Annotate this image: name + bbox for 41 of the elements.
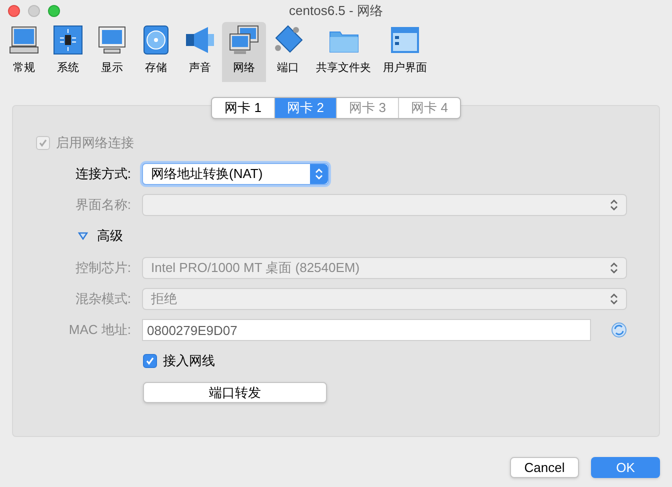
checkbox-label: 接入网线 [163,352,215,370]
mac-address-field[interactable]: 0800279E9D07 [142,319,591,341]
checkmark-icon [145,356,155,366]
toolbar-item[interactable]: 常规 [2,22,46,82]
toolbar-item[interactable]: 共享文件夹 [310,22,377,82]
checkmark-icon [38,138,48,148]
port-forwarding-button[interactable]: 端口转发 [143,382,327,403]
disclosure-triangle-icon[interactable] [78,232,88,240]
tab[interactable]: 网卡 1 [212,98,274,118]
field-label: MAC 地址: [68,322,131,338]
close-button[interactable] [8,5,20,17]
zoom-button[interactable] [48,5,60,17]
toolbar-item[interactable]: 网络 [222,22,266,82]
toolbar-item[interactable]: 显示 [90,22,134,82]
field-label: 连接方式: [75,166,131,182]
toolbar-item[interactable]: 声音 [178,22,222,82]
updown-icon [610,199,618,211]
window-icon [389,24,421,56]
toolbar-item[interactable]: 系统 [46,22,90,82]
chip-icon [52,24,84,56]
field-label: 控制芯片: [75,260,131,276]
network-icon [228,24,260,56]
window-title: centos6.5 - 网络 [289,2,383,20]
cancel-button[interactable]: Cancel [510,457,579,478]
section-label: 高级 [97,227,123,246]
speaker-icon [184,24,216,56]
checkbox-label: 启用网络连接 [56,134,134,152]
checkbox[interactable] [143,354,157,368]
toolbar-item[interactable]: 端口 [266,22,310,82]
updown-icon [315,168,323,180]
minimize-button[interactable] [28,5,40,17]
updown-icon [610,293,618,305]
field-label: 界面名称: [75,197,131,212]
field-label: 混杂模式: [75,291,131,306]
toolbar-item[interactable]: 用户界面 [377,22,433,82]
dropdown[interactable]: 网络地址转换(NAT) [142,163,329,185]
updown-icon [610,262,618,274]
monitor-icon [96,24,128,56]
refresh-icon[interactable] [611,322,627,338]
computer-icon [8,24,40,56]
toolbar-item[interactable]: 存储 [134,22,178,82]
